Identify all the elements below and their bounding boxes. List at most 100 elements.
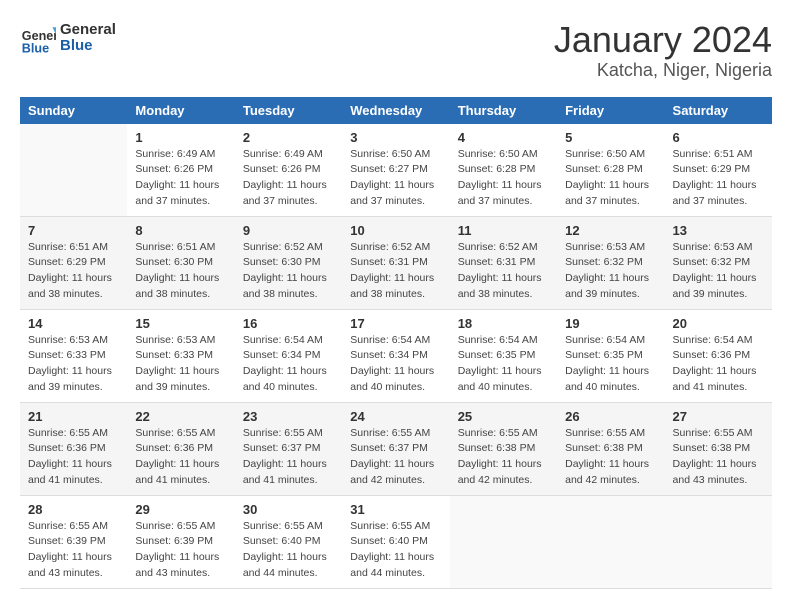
day-number: 28 [28,502,119,517]
calendar-cell: 15 Sunrise: 6:53 AMSunset: 6:33 PMDayligh… [127,309,234,402]
day-info: Sunrise: 6:49 AMSunset: 6:26 PMDaylight:… [135,147,226,210]
day-number: 8 [135,223,226,238]
day-number: 16 [243,316,334,331]
day-info: Sunrise: 6:55 AMSunset: 6:37 PMDaylight:… [350,426,441,489]
day-number: 6 [673,130,764,145]
day-info: Sunrise: 6:53 AMSunset: 6:32 PMDaylight:… [565,240,656,303]
day-info: Sunrise: 6:55 AMSunset: 6:36 PMDaylight:… [28,426,119,489]
day-info: Sunrise: 6:50 AMSunset: 6:27 PMDaylight:… [350,147,441,210]
day-number: 11 [458,223,549,238]
day-info: Sunrise: 6:55 AMSunset: 6:39 PMDaylight:… [135,519,226,582]
calendar-cell [557,495,664,588]
calendar-week-4: 21 Sunrise: 6:55 AMSunset: 6:36 PMDayligh… [20,402,772,495]
calendar-cell: 8 Sunrise: 6:51 AMSunset: 6:30 PMDaylight… [127,216,234,309]
calendar-cell: 31 Sunrise: 6:55 AMSunset: 6:40 PMDayligh… [342,495,449,588]
calendar-cell: 14Sunrise: 6:53 AMSunset: 6:33 PMDayligh… [20,309,127,402]
header-monday: Monday [127,97,234,124]
day-number: 4 [458,130,549,145]
calendar-week-5: 28 Sunrise: 6:55 AMSunset: 6:39 PMDayligh… [20,495,772,588]
day-number: 25 [458,409,549,424]
day-info: Sunrise: 6:53 AMSunset: 6:33 PMDaylight:… [135,333,226,396]
day-number: 30 [243,502,334,517]
day-number: 31 [350,502,441,517]
day-number: 23 [243,409,334,424]
calendar-cell: 30 Sunrise: 6:55 AMSunset: 6:40 PMDayligh… [235,495,342,588]
day-info: Sunrise: 6:55 AMSunset: 6:38 PMDaylight:… [458,426,549,489]
day-number: 10 [350,223,441,238]
day-info: Sunrise: 6:54 AMSunset: 6:36 PMDaylight:… [673,333,764,396]
location-title: Katcha, Niger, Nigeria [554,60,772,81]
calendar-cell: 24 Sunrise: 6:55 AMSunset: 6:37 PMDayligh… [342,402,449,495]
calendar-cell: 25 Sunrise: 6:55 AMSunset: 6:38 PMDayligh… [450,402,557,495]
header-saturday: Saturday [665,97,772,124]
calendar-cell: 29 Sunrise: 6:55 AMSunset: 6:39 PMDayligh… [127,495,234,588]
day-number: 15 [135,316,226,331]
calendar-cell: 10 Sunrise: 6:52 AMSunset: 6:31 PMDayligh… [342,216,449,309]
calendar-week-3: 14 Sunrise: 6:53 AMSunset: 6:33 PMDayligh… [20,309,772,402]
title-block: January 2024 Katcha, Niger, Nigeria [554,20,772,81]
calendar-cell: 18 Sunrise: 6:54 AMSunset: 6:35 PMDayligh… [450,309,557,402]
day-number: 12 [565,223,656,238]
day-number: 21 [28,409,119,424]
day-info: Sunrise: 6:50 AMSunset: 6:28 PMDaylight:… [565,147,656,210]
calendar-week-1: 1 Sunrise: 6:49 AMSunset: 6:26 PMDaylight… [20,124,772,217]
day-info: Sunrise: 6:55 AMSunset: 6:36 PMDaylight:… [135,426,226,489]
day-info: Sunrise: 6:55 AMSunset: 6:40 PMDaylight:… [243,519,334,582]
header-sunday: Sunday [20,97,127,124]
day-number: 24 [350,409,441,424]
calendar-cell: 12 Sunrise: 6:53 AMSunset: 6:32 PMDayligh… [557,216,664,309]
header-friday: Friday [557,97,664,124]
day-number: 1 [135,130,226,145]
day-number: 17 [350,316,441,331]
day-info: Sunrise: 6:55 AMSunset: 6:38 PMDaylight:… [565,426,656,489]
calendar-cell [665,495,772,588]
day-number: 20 [673,316,764,331]
day-number: 27 [673,409,764,424]
day-info: Sunrise: 6:55 AMSunset: 6:38 PMDaylight:… [673,426,764,489]
day-info: Sunrise: 6:49 AMSunset: 6:26 PMDaylight:… [243,147,334,210]
day-info: Sunrise: 6:51 AMSunset: 6:30 PMDaylight:… [135,240,226,303]
calendar-cell: 9 Sunrise: 6:52 AMSunset: 6:30 PMDaylight… [235,216,342,309]
calendar-cell: 26 Sunrise: 6:55 AMSunset: 6:38 PMDayligh… [557,402,664,495]
day-number: 9 [243,223,334,238]
day-number: 18 [458,316,549,331]
logo: General Blue General Blue [20,20,116,56]
day-number: 26 [565,409,656,424]
calendar-cell: 4 Sunrise: 6:50 AMSunset: 6:28 PMDaylight… [450,124,557,217]
day-info: Sunrise: 6:50 AMSunset: 6:28 PMDaylight:… [458,147,549,210]
day-info: Sunrise: 6:55 AMSunset: 6:37 PMDaylight:… [243,426,334,489]
calendar-cell: 22 Sunrise: 6:55 AMSunset: 6:36 PMDayligh… [127,402,234,495]
calendar-cell: 5 Sunrise: 6:50 AMSunset: 6:28 PMDaylight… [557,124,664,217]
calendar-cell [450,495,557,588]
day-info: Sunrise: 6:54 AMSunset: 6:35 PMDaylight:… [458,333,549,396]
day-info: Sunrise: 6:55 AMSunset: 6:39 PMDaylight:… [28,519,119,582]
day-info: Sunrise: 6:53 AMSunset: 6:32 PMDaylight:… [673,240,764,303]
calendar-cell: 21 Sunrise: 6:55 AMSunset: 6:36 PMDayligh… [20,402,127,495]
day-number: 22 [135,409,226,424]
calendar-cell: 23 Sunrise: 6:55 AMSunset: 6:37 PMDayligh… [235,402,342,495]
calendar-header-row: SundayMondayTuesdayWednesdayThursdayFrid… [20,97,772,124]
header-tuesday: Tuesday [235,97,342,124]
day-number: 13 [673,223,764,238]
calendar-body: 1 Sunrise: 6:49 AMSunset: 6:26 PMDaylight… [20,124,772,589]
calendar-cell: 1 Sunrise: 6:49 AMSunset: 6:26 PMDaylight… [127,124,234,217]
day-info: Sunrise: 6:52 AMSunset: 6:30 PMDaylight:… [243,240,334,303]
calendar-cell: 28 Sunrise: 6:55 AMSunset: 6:39 PMDayligh… [20,495,127,588]
calendar-cell: 6Sunrise: 6:51 AMSunset: 6:29 PMDaylight… [665,124,772,217]
day-number: 5 [565,130,656,145]
calendar-cell [20,124,127,217]
day-info: Sunrise: 6:55 AMSunset: 6:40 PMDaylight:… [350,519,441,582]
day-number: 29 [135,502,226,517]
day-info: Sunrise: 6:54 AMSunset: 6:35 PMDaylight:… [565,333,656,396]
day-info: Sunrise: 6:51 AMSunset: 6:29 PMDaylight:… [28,240,119,303]
svg-text:Blue: Blue [22,41,49,55]
calendar-cell: 7Sunrise: 6:51 AMSunset: 6:29 PMDaylight… [20,216,127,309]
page-header: General Blue General Blue January 2024 K… [20,20,772,81]
calendar-cell: 2Sunrise: 6:49 AMSunset: 6:26 PMDaylight… [235,124,342,217]
day-info: Sunrise: 6:52 AMSunset: 6:31 PMDaylight:… [350,240,441,303]
calendar-week-2: 7Sunrise: 6:51 AMSunset: 6:29 PMDaylight… [20,216,772,309]
day-info: Sunrise: 6:54 AMSunset: 6:34 PMDaylight:… [350,333,441,396]
day-number: 14 [28,316,119,331]
logo-icon: General Blue [20,20,56,56]
calendar-cell: 20 Sunrise: 6:54 AMSunset: 6:36 PMDayligh… [665,309,772,402]
